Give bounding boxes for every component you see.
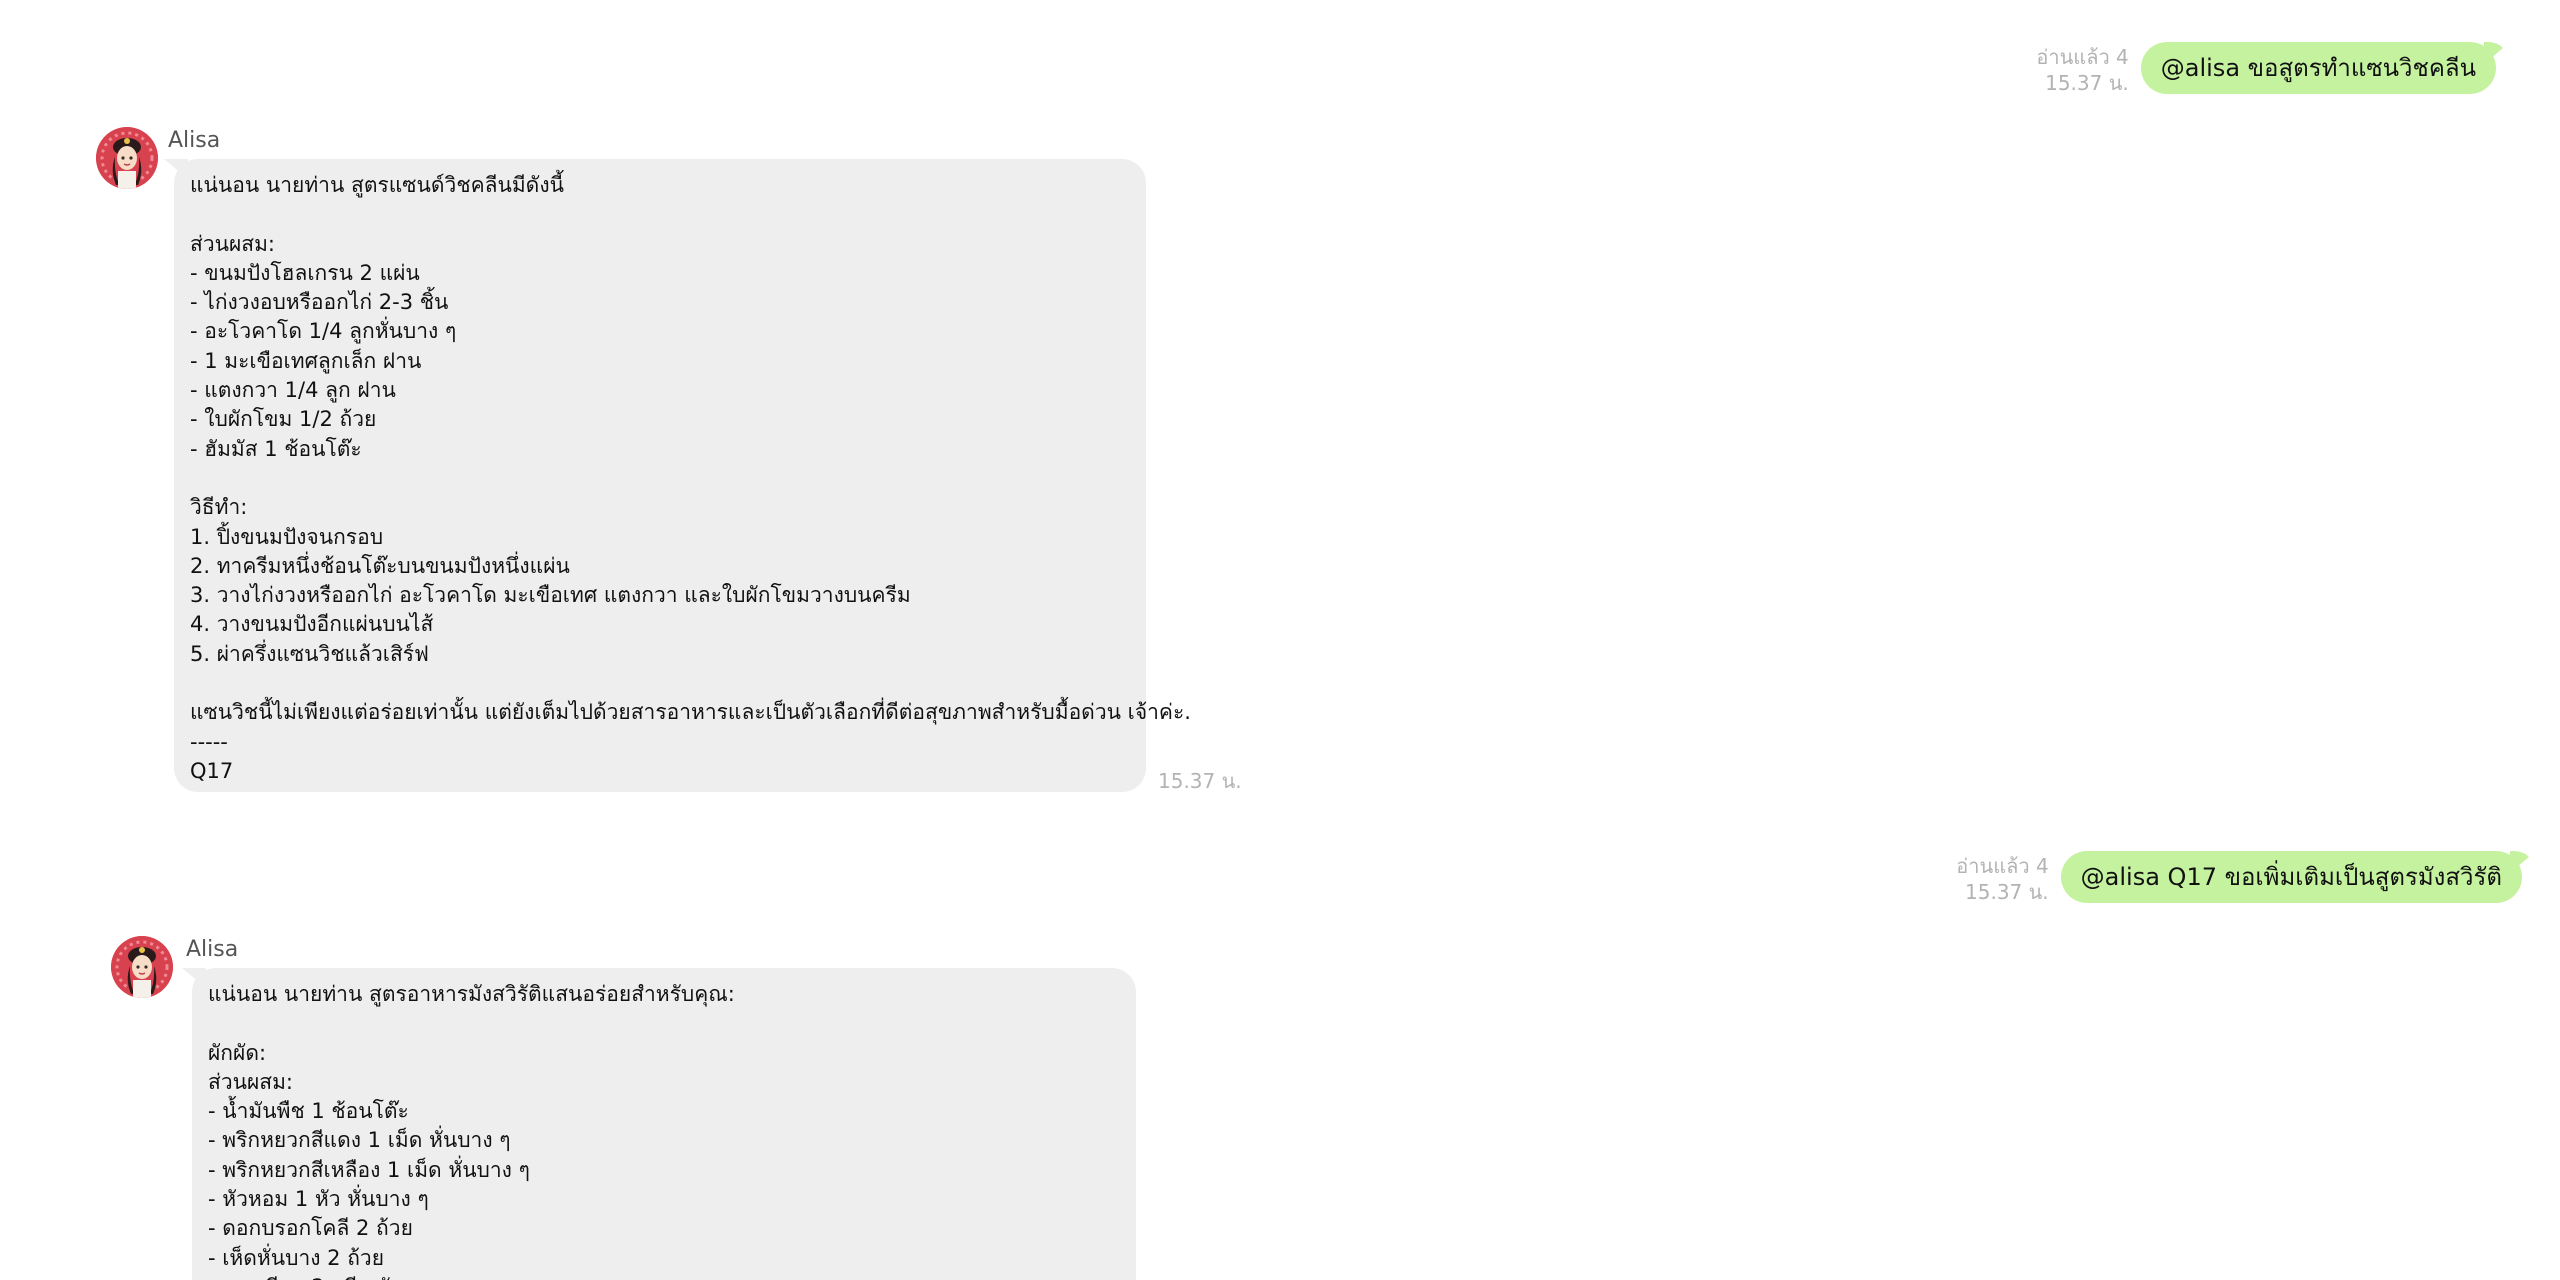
chat-window: อ่านแล้ว 4 15.37 น. @alisa ขอสูตรทำแซนวิ…: [0, 0, 2560, 1280]
alisa-avatar-icon[interactable]: [96, 127, 158, 189]
outgoing-message: อ่านแล้ว 4 15.37 น. @alisa Q17 ขอเพิ่มเต…: [1956, 851, 2522, 905]
message-meta: อ่านแล้ว 4 15.37 น.: [1956, 853, 2048, 905]
message-time: 15.37 น.: [1965, 880, 2049, 904]
message-bubble[interactable]: แน่นอน นายท่าน สูตรอาหารมังสวิรัติแสนอร่…: [192, 968, 1136, 1280]
message-meta: อ่านแล้ว 4 15.37 น.: [2036, 44, 2128, 96]
read-receipt: อ่านแล้ว 4: [1956, 854, 2049, 878]
incoming-message: Alisa แน่นอน นายท่าน สูตรแซนด์วิชคลีนมีด…: [96, 127, 1296, 807]
sender-name: Alisa: [186, 937, 239, 962]
message-bubble[interactable]: @alisa Q17 ขอเพิ่มเติมเป็นสูตรมังสวิรัติ: [2060, 851, 2522, 903]
sender-name: Alisa: [168, 128, 221, 153]
message-bubble[interactable]: แน่นอน นายท่าน สูตรแซนด์วิชคลีนมีดังนี้ …: [174, 159, 1191, 792]
message-time: 15.37 น.: [2045, 71, 2129, 95]
read-receipt: อ่านแล้ว 4: [2036, 45, 2129, 69]
outgoing-message: อ่านแล้ว 4 15.37 น. @alisa ขอสูตรทำแซนวิ…: [2036, 42, 2496, 96]
message-time: 15.37 น.: [1158, 769, 1242, 793]
incoming-message: Alisa แน่นอน นายท่าน สูตรอาหารมังสวิรัติ…: [111, 936, 1311, 1280]
alisa-avatar-icon[interactable]: [111, 936, 173, 998]
message-bubble[interactable]: @alisa ขอสูตรทำแซนวิชคลีน: [2140, 42, 2496, 94]
